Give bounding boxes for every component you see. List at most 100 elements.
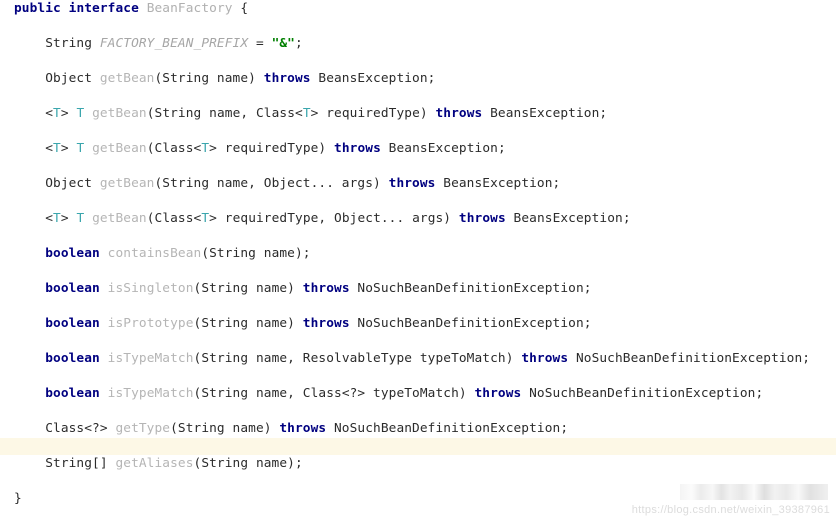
code-token-plain: BeansException; bbox=[380, 141, 506, 156]
code-line[interactable]: boolean isTypeMatch(String name, Resolva… bbox=[0, 350, 836, 368]
code-line[interactable]: boolean isTypeMatch(String name, Class<?… bbox=[0, 385, 836, 403]
code-token-kw: throws bbox=[302, 281, 350, 296]
code-token-plain: String[] bbox=[45, 456, 116, 471]
code-token-plain: NoSuchBeanDefinitionException; bbox=[521, 386, 764, 401]
code-token-generic: T bbox=[201, 211, 210, 226]
code-token-plain: (String name); bbox=[193, 456, 303, 471]
code-token-generic: T bbox=[53, 141, 61, 156]
code-token-kw: throws bbox=[435, 106, 483, 121]
code-token-plain: BeansException; bbox=[435, 176, 561, 191]
code-token-plain: > requiredType) bbox=[209, 141, 335, 156]
code-line[interactable]: boolean isSingleton(String name) throws … bbox=[0, 280, 836, 298]
code-line[interactable]: String FACTORY_BEAN_PREFIX = "&"; bbox=[0, 35, 836, 53]
code-line[interactable] bbox=[0, 228, 836, 246]
code-viewer[interactable]: public interface BeanFactory { String FA… bbox=[0, 0, 836, 520]
code-token-punc: > bbox=[60, 106, 77, 121]
code-line[interactable] bbox=[0, 403, 836, 421]
code-token-plain: (String name) bbox=[170, 421, 280, 436]
code-line[interactable] bbox=[0, 263, 836, 281]
code-line[interactable]: <T> T getBean(Class<T> requiredType) thr… bbox=[0, 140, 836, 158]
code-token-plain: Object bbox=[45, 176, 100, 191]
code-token-kw: interface bbox=[68, 1, 139, 16]
code-token-plain: NoSuchBeanDefinitionException; bbox=[326, 421, 569, 436]
watermark-url: https://blog.csdn.net/weixin_39387961 bbox=[631, 504, 830, 516]
code-token-plain: > requiredType) bbox=[310, 106, 436, 121]
code-line[interactable]: boolean isPrototype(String name) throws … bbox=[0, 315, 836, 333]
code-token-plain: (Class< bbox=[146, 141, 202, 156]
code-line[interactable]: Object getBean(String name, Object... ar… bbox=[0, 175, 836, 193]
code-line[interactable] bbox=[0, 193, 836, 211]
code-line[interactable] bbox=[0, 333, 836, 351]
code-line[interactable] bbox=[0, 53, 836, 71]
code-token-kw: throws bbox=[474, 386, 522, 401]
code-token-punc: ; bbox=[295, 36, 303, 51]
code-token-plain: (Class< bbox=[146, 211, 202, 226]
code-token-method: getBean bbox=[99, 176, 155, 191]
code-token-kw: boolean bbox=[45, 316, 100, 331]
code-token-kw: throws bbox=[263, 71, 311, 86]
code-token-kw: throws bbox=[279, 421, 327, 436]
code-line[interactable] bbox=[0, 437, 836, 455]
code-line[interactable] bbox=[0, 368, 836, 386]
code-token-plain: (String name) bbox=[193, 316, 303, 331]
code-token-method: getBean bbox=[99, 71, 155, 86]
code-line[interactable] bbox=[0, 158, 836, 176]
code-token-punc: } bbox=[14, 491, 22, 506]
code-token-plain: (String name); bbox=[201, 246, 311, 261]
code-token-punc: < bbox=[45, 141, 54, 156]
code-line[interactable]: public interface BeanFactory { bbox=[0, 0, 836, 18]
code-token-kw: boolean bbox=[45, 351, 100, 366]
code-token-plain: Class<?> bbox=[45, 421, 116, 436]
code-token-method: getType bbox=[115, 421, 171, 436]
code-line[interactable]: Class<?> getType(String name) throws NoS… bbox=[0, 420, 836, 438]
code-line[interactable] bbox=[0, 123, 836, 141]
code-token-plain: (String name, Class<?> typeToMatch) bbox=[193, 386, 475, 401]
code-line[interactable] bbox=[0, 18, 836, 36]
code-line[interactable]: boolean containsBean(String name); bbox=[0, 245, 836, 263]
code-line[interactable] bbox=[0, 88, 836, 106]
code-token-plain: NoSuchBeanDefinitionException; bbox=[349, 316, 592, 331]
code-token-plain: = bbox=[248, 36, 272, 51]
code-token-plain: (String name) bbox=[154, 71, 264, 86]
code-line[interactable]: String[] getAliases(String name); bbox=[0, 455, 836, 473]
code-line[interactable] bbox=[0, 298, 836, 316]
code-line[interactable]: <T> T getBean(String name, Class<T> requ… bbox=[0, 105, 836, 123]
code-token-kw: throws bbox=[521, 351, 569, 366]
code-token-generic: T bbox=[53, 211, 61, 226]
code-token-plain: BeansException; bbox=[482, 106, 608, 121]
code-token-method: getBean bbox=[92, 211, 147, 226]
code-token-punc: > bbox=[60, 141, 77, 156]
code-token-punc: < bbox=[45, 211, 54, 226]
code-token-method: isTypeMatch bbox=[107, 351, 194, 366]
code-token-plain: (String name) bbox=[193, 281, 303, 296]
code-token-kw: throws bbox=[458, 211, 506, 226]
code-token-const: FACTORY_BEAN_PREFIX bbox=[99, 36, 249, 51]
code-token-type: BeanFactory bbox=[146, 1, 233, 16]
code-token-kw: throws bbox=[302, 316, 350, 331]
code-token-method: getBean bbox=[92, 141, 147, 156]
code-token-generic: T bbox=[302, 106, 311, 121]
code-line[interactable]: <T> T getBean(Class<T> requiredType, Obj… bbox=[0, 210, 836, 228]
code-token-str: "&" bbox=[271, 36, 295, 51]
code-token-kw: boolean bbox=[45, 386, 100, 401]
code-line[interactable]: Object getBean(String name) throws Beans… bbox=[0, 70, 836, 88]
code-token-method: isPrototype bbox=[107, 316, 194, 331]
code-token-plain: > requiredType, Object... args) bbox=[209, 211, 459, 226]
